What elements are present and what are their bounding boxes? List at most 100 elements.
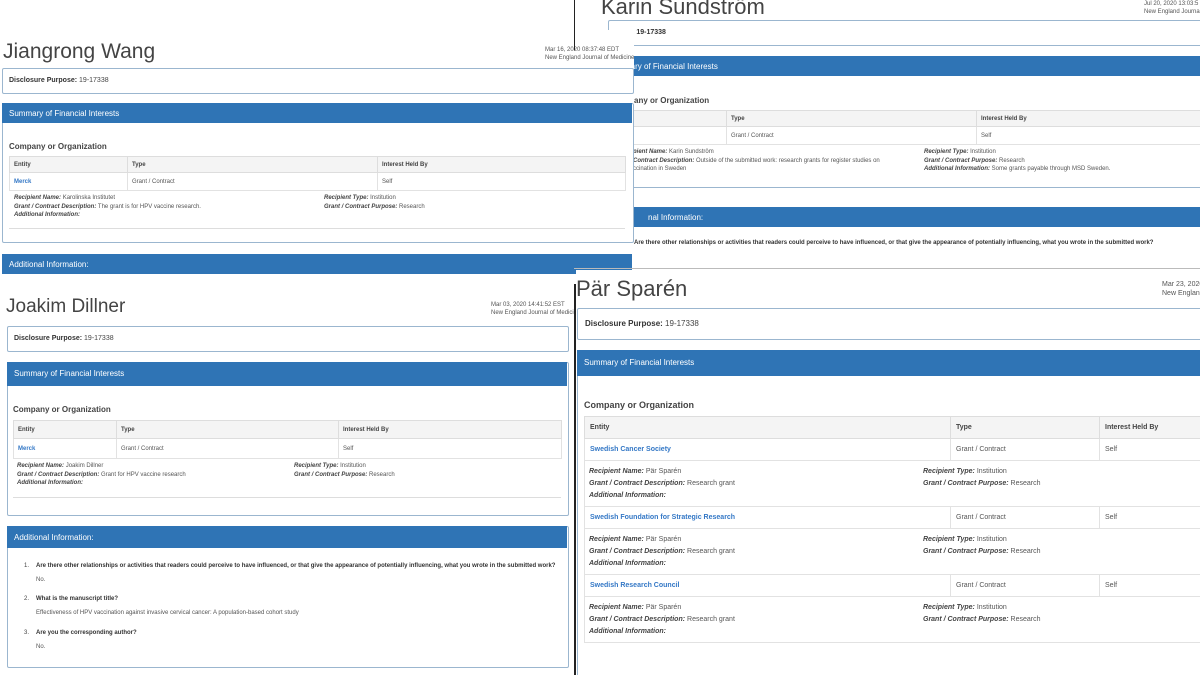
cell-type: Grant / Contract [726,126,977,145]
cell-type: Grant / Contract [950,506,1100,529]
summary-header[interactable]: Summary of Financial Interests [7,362,567,386]
purpose2-label: Grant / Contract Purpose: [294,471,368,478]
question-text: Are there other relationships or activit… [634,240,1154,246]
timestamp: Jul 20, 2020 13:03:5 [1144,1,1199,7]
recipient-type: Institution [976,604,1007,611]
cell-held: Self [1099,506,1200,529]
col-type: Type [950,416,1100,439]
purpose2: Research [1010,616,1041,623]
disclosure-purpose-value: 19-17338 [84,335,114,342]
company-heading: any or Organization [634,96,710,105]
journal-name: New Englan [1162,290,1200,298]
col-type: Type [726,110,977,127]
cell-held: Self [1099,574,1200,597]
entity-link-merck[interactable]: Merck [13,438,117,459]
table-row: Grant / Contract Self [624,126,1200,145]
journal-name: New England Journal [1144,9,1200,16]
disclosure-purpose-label: Disclosure Purpose: [14,335,83,342]
interests-table: Entity Type Interest Held By Merck Grant… [9,156,626,191]
col-type: Type [116,420,339,439]
additional-info-header[interactable]: Additional Information: [2,254,632,274]
entity-link-swedish-research-council[interactable]: Swedish Research Council [584,574,951,597]
journal-name: New England Journal of Medicine [491,310,574,317]
addl-label: Additional Information: [17,480,83,487]
author-name: Pär Sparén [576,276,688,301]
recipient-name-label: pient Name: [633,149,668,155]
panel-sundstrom: Karin Sundström Jul 20, 2020 13:03:5 New… [578,0,1200,268]
cell-held: Self [976,126,1200,145]
col-entity: Entity [584,416,951,439]
author-name: Karin Sundström [601,0,765,19]
entity-link-merck[interactable]: Merck [9,172,128,191]
recipient-type-label: Recipient Type: [324,195,369,201]
question-answer: Effectiveness of HPV vaccination against… [36,610,299,616]
disclosure-purpose-box: Disclosure Purpose: 19-17338 [2,68,634,94]
col-held: Interest Held By [1099,416,1200,439]
summary-title: Summary of Financial Interests [9,109,120,118]
desc: The grant is for HPV vaccine research. [97,203,201,210]
purpose2: Research [1010,548,1041,555]
recipient-details-right: Recipient Type: Institution Grant / Cont… [924,148,1110,174]
question-number: 3. [24,630,30,636]
recipient-details-left: Recipient Name: Pär Sparén Grant / Contr… [589,602,735,638]
company-heading: Company or Organization [13,405,111,414]
table-row: Swedish Cancer Society Grant / Contract … [584,438,1200,461]
recipient-type-label: Recipient Type: [923,536,975,543]
author-name: Jiangrong Wang [3,40,156,63]
question-answer: No. [36,644,46,650]
recipient-name-label: Recipient Name: [589,604,644,611]
disclosure-purpose-box: Disclosure Purpose: 19-17338 [7,326,569,352]
recipient-type: Institution [370,195,396,201]
addl-label: Additional Information: [924,166,990,173]
summary-header[interactable]: Summary of Financial Interests [2,103,632,123]
summary-header[interactable]: mary of Financial Interests [608,56,1200,76]
desc: Research grant [687,548,735,555]
desc-label: Grant / Contract Description: [589,548,686,555]
recipient-type: Institution [976,536,1007,543]
purpose2-label: Grant / Contract Purpose: [923,548,1009,555]
recipient-type-label: Recipient Type: [923,604,975,611]
question-number: 1. [24,563,30,569]
additional-info-header[interactable]: nal Information: [608,207,1200,227]
collage-divider [574,0,575,50]
recipient-name-label: Recipient Name: [17,463,65,469]
question-text: What is the manuscript title? [36,596,119,602]
recipient-details-left: pient Name: Karin Sundström Contract Des… [633,148,880,174]
recipient-type: Institution [970,149,996,155]
company-heading: Company or Organization [584,400,695,410]
col-entity: Entity [9,156,128,173]
disclosure-purpose-box: rpose: 19-17338 [608,20,1200,46]
interests-table: Entity Type Interest Held By Merck Grant… [13,420,562,459]
cell-held: Self [338,438,562,459]
author-name: Joakim Dillner [6,296,126,317]
col-entity [624,110,727,127]
purpose2: Research [369,471,395,478]
entity-link-swedish-cancer-society[interactable]: Swedish Cancer Society [584,438,951,461]
recipient-name-label: Recipient Name: [589,536,644,543]
panel-sparen: Pär Sparén Mar 23, 2020 New Englan Discl… [576,270,1200,675]
entity-link-swedish-foundation-strategic-research[interactable]: Swedish Foundation for Strategic Researc… [584,506,951,529]
timestamp-block: Mar 16, 2020 08:37:48 EDT New England Jo… [545,46,634,62]
disclosure-purpose-label: Disclosure Purpose: [585,319,663,328]
purpose2: Research [399,203,425,210]
table-row: Swedish Research Council Grant / Contrac… [584,574,1200,597]
question-text: Are there other relationships or activit… [36,563,556,569]
cell-type: Grant / Contract [950,438,1100,461]
additional-info-header[interactable]: Additional Information: [7,526,567,548]
recipient-name: Pär Sparén [645,604,682,611]
cell-held: Self [377,172,626,191]
recipient-details-left: Recipient Name: Joakim Dillner Grant / C… [17,462,186,488]
cell-type: Grant / Contract [950,574,1100,597]
table-row: Merck Grant / Contract Self [9,172,626,191]
recipient-name: Karin Sundström [669,149,714,155]
summary-title: Summary of Financial Interests [584,358,695,367]
addl-label: Additional Information: [589,492,666,499]
recipient-name: Pär Sparén [645,468,682,475]
recipient-type-label: Recipient Type: [294,463,339,469]
question-number: 2. [24,596,30,602]
journal-name: New England Journal of Medicine [545,55,634,62]
divider [13,497,561,498]
recipient-details-right: Recipient Type: Institution Grant / Cont… [923,534,1041,558]
purpose2-label: Grant / Contract Purpose: [924,157,998,164]
summary-header[interactable]: Summary of Financial Interests [577,350,1200,376]
